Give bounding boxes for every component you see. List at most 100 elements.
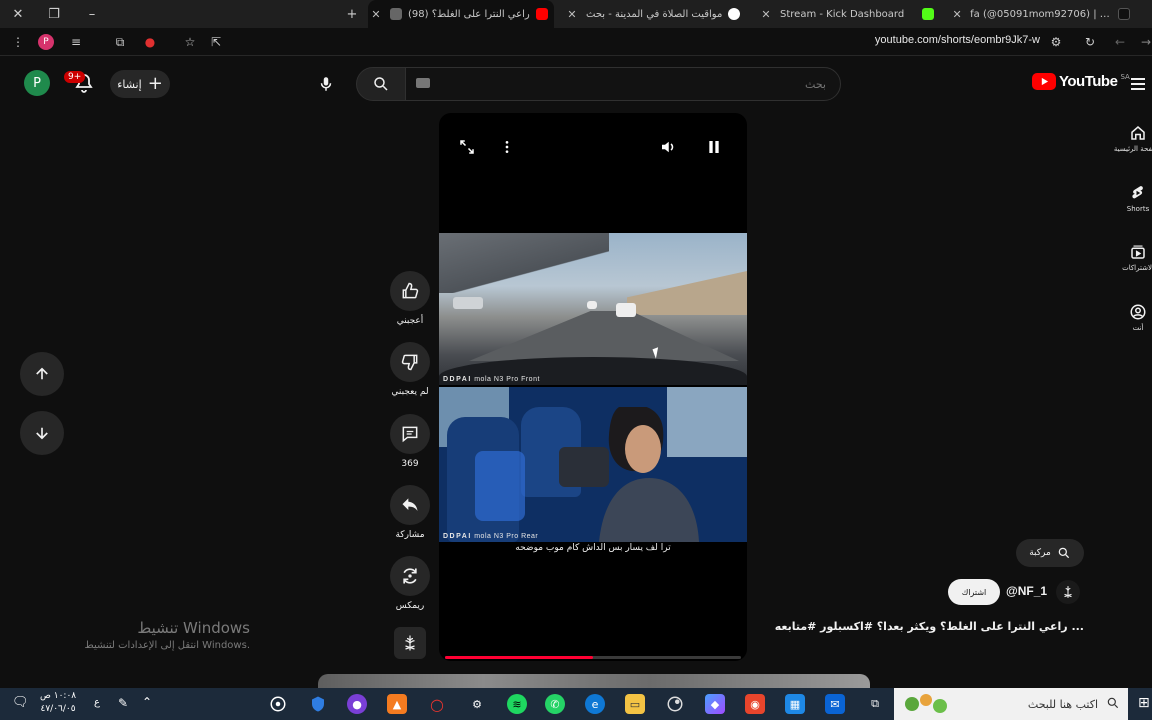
related-search-chip[interactable]: مركبة	[1016, 539, 1084, 567]
rail-item-you[interactable]: أنت	[1116, 303, 1152, 332]
rear-camera-label: DDPAI mola N3 Pro Rear	[443, 533, 539, 540]
store-icon[interactable]: ▦	[785, 694, 805, 714]
comments-button[interactable]: 369	[390, 414, 430, 469]
palm-swords-emblem-icon	[405, 635, 415, 651]
language-indicator[interactable]: ع	[94, 697, 100, 708]
search-button[interactable]	[356, 67, 406, 101]
fullscreen-icon[interactable]	[455, 135, 479, 159]
search-input[interactable]	[405, 67, 841, 101]
pen-icon[interactable]: ✎	[118, 696, 128, 710]
next-short-preview[interactable]	[318, 674, 870, 688]
create-button[interactable]: إنشاء +	[110, 70, 170, 98]
truck-image	[453, 297, 483, 309]
driver-image	[599, 407, 699, 542]
voice-search-button[interactable]	[310, 68, 342, 100]
remix-button[interactable]: ريمكس	[390, 556, 430, 611]
subscribe-button[interactable]: اشتراك	[948, 579, 1000, 605]
share-arrow-icon	[402, 498, 418, 511]
more-options-icon[interactable]	[495, 135, 519, 159]
plus-icon: +	[147, 73, 163, 94]
vlc-icon[interactable]: ▲	[387, 694, 407, 714]
tab-tiktok[interactable]: ✕ fa (@05091mom92706) | TikTok	[950, 0, 1130, 28]
notification-badge: 9+	[64, 71, 86, 83]
channel-avatar[interactable]	[1056, 580, 1080, 604]
front-camera-label: DDPAI mola N3 Pro Front	[443, 376, 540, 383]
obs-icon[interactable]	[268, 694, 288, 714]
close-tab-icon[interactable]: ✕	[758, 8, 774, 21]
pause-icon[interactable]	[702, 135, 726, 159]
video-title[interactable]: راعي النترا على الغلط؟ ويكثر بعدا؟ #اكسب…	[770, 620, 1084, 633]
next-short-button[interactable]	[20, 411, 64, 455]
previous-short-button[interactable]	[20, 352, 64, 396]
minimize-window-icon[interactable]: –	[78, 0, 106, 28]
url-text[interactable]: youtube.com/shorts/eombr9Jk7-w	[875, 34, 1040, 46]
mail-icon[interactable]: ✉	[825, 694, 845, 714]
site-settings-icon[interactable]: ⚙	[1046, 32, 1066, 52]
share-button[interactable]: مشاركة	[390, 485, 430, 540]
close-tab-icon[interactable]: ✕	[368, 8, 384, 21]
back-icon[interactable]: ←	[1110, 32, 1130, 52]
subscriptions-icon	[1131, 245, 1145, 259]
comments-count: 369	[401, 459, 419, 469]
restore-window-icon[interactable]: ❐	[40, 0, 68, 28]
shorts-icon	[1132, 186, 1143, 199]
steam-icon[interactable]	[665, 694, 685, 714]
discord-icon[interactable]: ●	[347, 694, 367, 714]
file-explorer-icon[interactable]: ▭	[625, 694, 645, 714]
forward-icon[interactable]: →	[1136, 32, 1152, 52]
tab-youtube[interactable]: ✕ (98) راعي النترا على الغلط؟	[368, 0, 554, 28]
channel-handle[interactable]: @NF_1	[1006, 584, 1047, 598]
video-progress-bar[interactable]	[445, 656, 741, 659]
opera-taskbar-icon[interactable]: ○	[427, 694, 447, 714]
windows-start-icon[interactable]: ⊞	[1138, 695, 1150, 711]
chrome-active-icon[interactable]: ◉	[745, 694, 765, 714]
youtube-logo[interactable]: YouTube SA	[1032, 73, 1130, 90]
hamburger-menu-icon[interactable]	[1128, 74, 1148, 94]
taskbar-search-box[interactable]: اكتب هنا للبحث	[894, 688, 1128, 720]
video-progress-fill	[445, 656, 593, 659]
video-caption: ترا لف يسار بس الداش كام موب موضحه	[515, 543, 671, 553]
thumbs-up-icon	[402, 282, 419, 299]
settings-gear-icon[interactable]: ⚙	[467, 694, 487, 714]
close-tab-icon[interactable]: ✕	[950, 8, 964, 21]
menu-dots-icon[interactable]: ⋮	[8, 32, 28, 52]
rail-item-shorts[interactable]: Shorts	[1116, 184, 1152, 213]
extensions-icon[interactable]: ⧉	[110, 32, 130, 52]
shield-app-icon[interactable]	[308, 694, 328, 714]
reload-icon[interactable]: ↻	[1080, 32, 1100, 52]
edge-icon[interactable]: e	[585, 694, 605, 714]
volume-icon[interactable]	[656, 135, 680, 159]
close-tab-icon[interactable]: ✕	[564, 8, 580, 21]
rail-item-home[interactable]: الصفحة الرئيسية	[1114, 124, 1152, 153]
search-highlight-illustration-icon	[905, 694, 947, 713]
profile-avatar[interactable]: P	[38, 34, 54, 50]
tab-google-search[interactable]: ✕ مواقيت الصلاة في المدينة - بحث	[564, 0, 746, 28]
dislike-button[interactable]: لم يعجبني	[390, 342, 430, 397]
close-window-icon[interactable]: ✕	[4, 0, 32, 28]
opera-icon[interactable]: ●	[140, 32, 160, 52]
channel-thumbnail[interactable]	[394, 627, 426, 659]
shorts-video-player[interactable]: DDPAI mola N3 Pro Front DDPAI mola N3 Pr…	[439, 113, 747, 661]
account-avatar[interactable]: P	[24, 70, 50, 96]
share-page-icon[interactable]: ⇱	[206, 32, 226, 52]
youtube-header: P 9+ إنشاء + YouTube SA	[0, 56, 1152, 112]
keyboard-icon[interactable]	[416, 78, 430, 88]
like-button[interactable]: أعجبني	[390, 271, 430, 326]
google-favicon-icon	[728, 8, 741, 20]
youtube-favicon-icon	[535, 8, 548, 20]
tab-search-icon[interactable]: ≡	[66, 32, 86, 52]
whatsapp-icon[interactable]: ✆	[545, 694, 565, 714]
task-view-icon[interactable]: ⧉	[865, 694, 885, 714]
new-tab-icon[interactable]: +	[338, 0, 366, 28]
copilot-icon[interactable]: ◆	[705, 694, 725, 714]
chevron-up-icon[interactable]: ⌃	[142, 695, 152, 709]
taskbar-clock[interactable]: ١٠:٠٨ ص ٤٧/٠٦/٠٥	[40, 690, 76, 716]
home-icon	[1131, 126, 1145, 140]
rail-item-subscriptions[interactable]: الاشتراكات	[1116, 243, 1152, 272]
tab-kick[interactable]: ✕ Stream - Kick Dashboard	[758, 0, 938, 28]
notification-center-icon[interactable]: 🗨	[12, 695, 29, 710]
bookmark-star-icon[interactable]: ☆	[180, 32, 200, 52]
spotify-icon[interactable]: ≋	[507, 694, 527, 714]
car-image	[616, 303, 636, 317]
front-camera-view: DDPAI mola N3 Pro Front	[439, 233, 747, 385]
